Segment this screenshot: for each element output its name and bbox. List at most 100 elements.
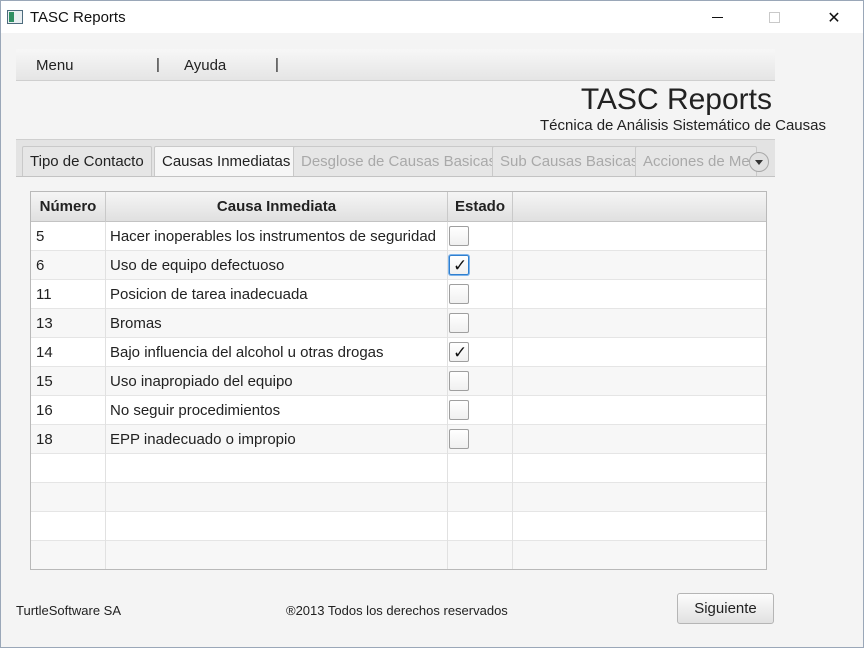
cell-numero: [31, 541, 106, 569]
cell-filler: [513, 251, 766, 280]
estado-checkbox[interactable]: [449, 371, 469, 391]
cell-filler: [513, 280, 766, 309]
cell-causa: Uso inapropiado del equipo: [106, 367, 448, 396]
cell-filler: [513, 367, 766, 396]
cell-causa: Bajo influencia del alcohol u otras drog…: [106, 338, 448, 367]
cell-estado: ✓: [448, 338, 513, 367]
cell-estado: [448, 425, 513, 454]
cell-numero: 11: [31, 280, 106, 309]
app-window: TASC Reports ✕ Menu | Ayuda | TASC Repor…: [0, 0, 864, 648]
menu-item-ayuda[interactable]: Ayuda: [184, 57, 226, 74]
estado-checkbox[interactable]: [449, 226, 469, 246]
cell-estado: [448, 512, 513, 541]
minimize-button[interactable]: [694, 1, 740, 33]
cell-numero: 13: [31, 309, 106, 338]
cell-filler: [513, 541, 766, 569]
window-title: TASC Reports: [30, 9, 126, 26]
cell-estado: [448, 280, 513, 309]
table-row[interactable]: 16 No seguir procedimientos: [31, 396, 766, 425]
cell-causa: No seguir procedimientos: [106, 396, 448, 425]
column-header-causa[interactable]: Causa Inmediata: [106, 192, 448, 222]
menu-item-menu[interactable]: Menu: [36, 57, 74, 74]
close-button[interactable]: ✕: [811, 1, 857, 33]
cell-numero: 5: [31, 222, 106, 251]
close-icon: ✕: [827, 7, 841, 27]
tab-causas-inmediatas[interactable]: Causas Inmediatas: [154, 146, 299, 176]
cell-causa: Hacer inoperables los instrumentos de se…: [106, 222, 448, 251]
checkmark-icon: ✓: [453, 256, 468, 276]
cell-causa: [106, 483, 448, 512]
estado-checkbox[interactable]: [449, 400, 469, 420]
cell-estado: [448, 222, 513, 251]
estado-checkbox[interactable]: ✓: [449, 255, 469, 276]
estado-checkbox[interactable]: [449, 284, 469, 304]
tab-bar: Tipo de Contacto Causas Inmediatas Desgl…: [16, 139, 775, 177]
copyright-text: ®2013 Todos los derechos reservados: [286, 603, 508, 618]
cell-numero: [31, 512, 106, 541]
cell-filler: [513, 222, 766, 251]
page-subtitle: Técnica de Análisis Sistemático de Causa…: [540, 117, 826, 134]
cell-causa: [106, 454, 448, 483]
cell-estado: [448, 367, 513, 396]
cell-filler: [513, 309, 766, 338]
estado-checkbox[interactable]: [449, 429, 469, 449]
cell-filler: [513, 425, 766, 454]
page-title: TASC Reports: [580, 83, 772, 116]
cell-estado: [448, 309, 513, 338]
maximize-button[interactable]: [751, 1, 797, 33]
menu-separator: |: [156, 56, 160, 73]
estado-checkbox[interactable]: [449, 313, 469, 333]
cell-estado: ✓: [448, 251, 513, 280]
cell-numero: [31, 454, 106, 483]
tab-overflow-chevron-icon[interactable]: [749, 152, 769, 172]
cell-causa: [106, 541, 448, 569]
cell-causa: [106, 512, 448, 541]
cell-estado: [448, 541, 513, 569]
column-header-numero[interactable]: Número: [31, 192, 106, 222]
cell-causa: EPP inadecuado o impropio: [106, 425, 448, 454]
cell-filler: [513, 396, 766, 425]
cell-causa: Bromas: [106, 309, 448, 338]
table-row[interactable]: [31, 454, 766, 483]
table-row[interactable]: [31, 512, 766, 541]
company-name: TurtleSoftware SA: [16, 603, 122, 618]
table-row[interactable]: 5 Hacer inoperables los instrumentos de s…: [31, 222, 766, 251]
tab-acciones: Acciones de Me: [635, 146, 757, 176]
causas-table: Número Causa Inmediata Estado 5 Hacer ino…: [30, 191, 767, 570]
cell-causa: Posicion de tarea inadecuada: [106, 280, 448, 309]
table-row[interactable]: 15 Uso inapropiado del equipo: [31, 367, 766, 396]
column-header-filler: [513, 192, 766, 222]
table-row[interactable]: 13 Bromas: [31, 309, 766, 338]
tab-tipo-de-contacto[interactable]: Tipo de Contacto: [22, 146, 152, 176]
table-row[interactable]: 18 EPP inadecuado o impropio: [31, 425, 766, 454]
cell-numero: 18: [31, 425, 106, 454]
cell-causa: Uso de equipo defectuoso: [106, 251, 448, 280]
table-body: 5 Hacer inoperables los instrumentos de s…: [31, 222, 766, 569]
tab-desglose-de-causas-basicas: Desglose de Causas Basicas: [293, 146, 505, 176]
cell-numero: 14: [31, 338, 106, 367]
cell-numero: [31, 483, 106, 512]
tab-sub-causas-basicas: Sub Causas Basicas: [492, 146, 647, 176]
cell-numero: 6: [31, 251, 106, 280]
estado-checkbox[interactable]: ✓: [449, 342, 469, 363]
cell-numero: 16: [31, 396, 106, 425]
table-row[interactable]: 14 Bajo influencia del alcohol u otras dr…: [31, 338, 766, 367]
cell-filler: [513, 512, 766, 541]
next-button[interactable]: Siguiente: [677, 593, 774, 624]
column-header-estado[interactable]: Estado: [448, 192, 513, 222]
cell-filler: [513, 454, 766, 483]
app-icon: [7, 10, 23, 24]
table-row[interactable]: [31, 541, 766, 569]
menu-separator: |: [275, 56, 279, 73]
maximize-icon: [768, 11, 780, 23]
menu-bar: Menu | Ayuda |: [16, 49, 775, 81]
table-row[interactable]: 6 Uso de equipo defectuoso ✓: [31, 251, 766, 280]
minimize-icon: [711, 16, 723, 18]
cell-filler: [513, 338, 766, 367]
checkmark-icon: ✓: [453, 343, 468, 363]
cell-filler: [513, 483, 766, 512]
table-row[interactable]: 11 Posicion de tarea inadecuada: [31, 280, 766, 309]
table-header: Número Causa Inmediata Estado: [31, 192, 766, 222]
title-bar[interactable]: TASC Reports ✕: [1, 1, 863, 33]
table-row[interactable]: [31, 483, 766, 512]
